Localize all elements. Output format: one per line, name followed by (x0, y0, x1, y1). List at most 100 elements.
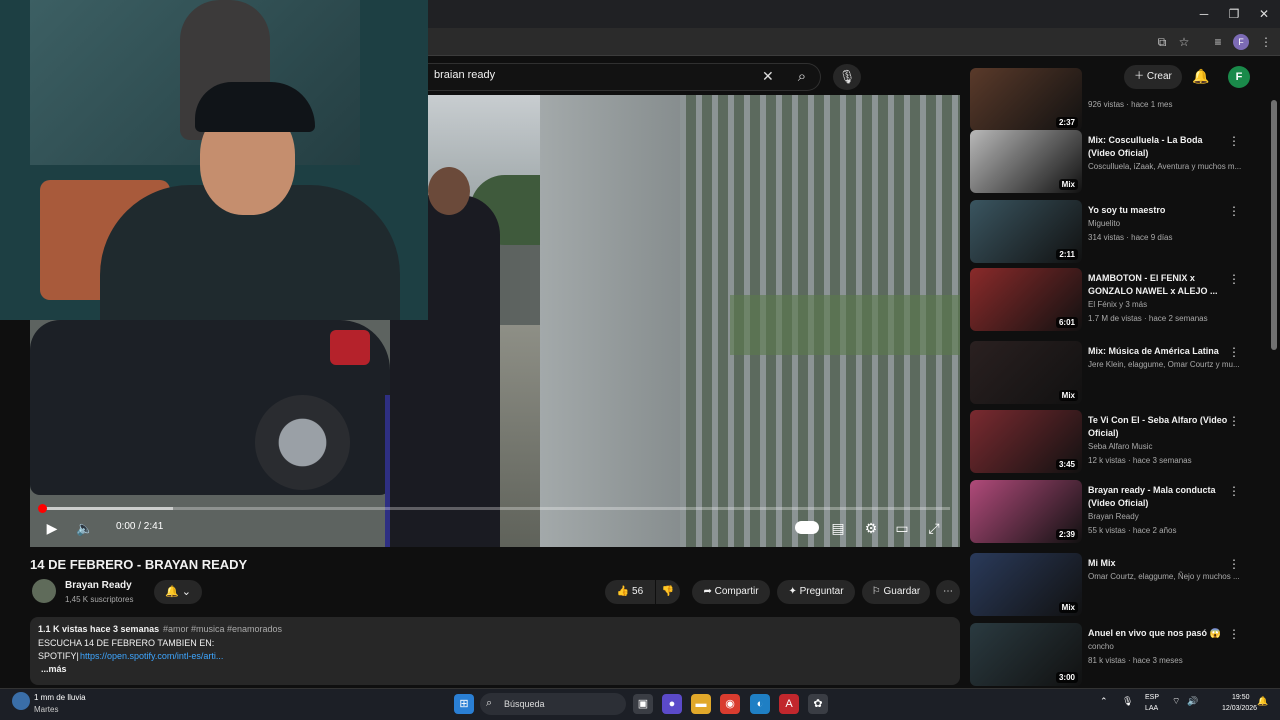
settings-gear-icon[interactable]: ⚙ (860, 518, 882, 538)
close-window-button[interactable]: ✕ (1256, 6, 1272, 22)
media-control-icon[interactable]: ≡ (1210, 34, 1226, 50)
play-icon[interactable]: ▶ (41, 518, 63, 538)
adobe-icon[interactable]: A (779, 694, 799, 714)
recommendation-thumbnail[interactable]: 6:01 (970, 268, 1082, 331)
recommendation-title[interactable]: Mi Mix (1088, 557, 1228, 570)
ask-button[interactable]: ✦ Preguntar (777, 580, 855, 604)
recommendation-thumbnail[interactable]: Mix (970, 130, 1082, 193)
teams-icon[interactable]: ● (662, 694, 682, 714)
subscription-bell-button[interactable]: 🔔 ⌄ (154, 580, 202, 604)
chrome-icon[interactable]: ◉ (720, 694, 740, 714)
recommendation-channel[interactable]: Brayan Ready (1088, 512, 1139, 521)
browser-menu-icon[interactable]: ⋮ (1258, 34, 1274, 50)
maximize-button[interactable]: ❐ (1226, 6, 1242, 22)
recommendation-item[interactable]: Mix Mix: Cosculluela - La Boda (Video Ofi… (970, 130, 1260, 196)
weather-icon[interactable] (12, 692, 30, 710)
recommendation-channel[interactable]: Seba Alfaro Music (1088, 442, 1152, 451)
search-icon[interactable]: ⌕ (786, 64, 818, 90)
recommendation-thumbnail[interactable]: 3:00 (970, 623, 1082, 686)
recommendation-channel[interactable]: Jere Klein, elaggume, Omar Courtz y mu..… (1088, 360, 1240, 369)
minimize-button[interactable]: ─ (1196, 6, 1212, 22)
more-options-icon[interactable]: ⋮ (1228, 345, 1240, 359)
channel-avatar[interactable] (32, 579, 56, 603)
recommendation-item[interactable]: 2:11 Yo soy tu maestro Miguelito 314 vistas… (970, 200, 1260, 266)
recommendation-item[interactable]: Mix Mix: Música de América Latina Jere Kle… (970, 341, 1260, 407)
recommendation-title[interactable]: Mix: Cosculluela - La Boda (Video Oficia… (1088, 134, 1228, 160)
theater-mode-icon[interactable]: ▭ (891, 518, 913, 538)
clock-time[interactable]: 19:50 (1232, 694, 1250, 701)
recommendation-item[interactable]: Mix Mi Mix Omar Courtz, elaggume, Ñejo y m… (970, 553, 1260, 619)
more-actions-icon[interactable]: ⋯ (936, 580, 960, 604)
notification-icon[interactable]: 🔔 (1257, 696, 1268, 707)
scrollbar[interactable] (1271, 100, 1277, 350)
recommendation-item[interactable]: 6:01 MAMBOTON - El FENIX x GONZALO NAWEL … (970, 268, 1260, 334)
more-options-icon[interactable]: ⋮ (1228, 272, 1240, 286)
channel-name[interactable]: Brayan Ready (65, 580, 132, 591)
recommendation-title[interactable]: Brayan ready - Mala conducta (Video Ofic… (1088, 484, 1228, 510)
recommendation-meta: 81 k vistas · hace 3 meses (1088, 656, 1183, 665)
chevron-down-icon: ⌄ (181, 586, 191, 598)
recommendation-channel[interactable]: concho (1088, 642, 1114, 651)
like-button[interactable]: 👍 56 (605, 580, 655, 604)
recommendation-title[interactable]: MAMBOTON - El FENIX x GONZALO NAWEL x AL… (1088, 272, 1228, 298)
windows-start-icon[interactable]: ⊞ (454, 694, 474, 714)
edge-icon[interactable]: ◐ (750, 694, 770, 714)
browser-profile-avatar[interactable]: F (1233, 34, 1249, 50)
recommendation-thumbnail[interactable]: Mix (970, 553, 1082, 616)
recommendation-thumbnail[interactable]: 3:45 (970, 410, 1082, 473)
dislike-button[interactable]: 👎 (656, 580, 680, 604)
ask-label: Preguntar (799, 586, 844, 597)
recommendation-title[interactable]: Anuel en vivo que nos pasó 😱 (1088, 627, 1228, 640)
recommendation-item[interactable]: 2:39 Brayan ready - Mala conducta (Video … (970, 480, 1260, 546)
autoplay-toggle[interactable] (795, 521, 819, 534)
progress-bar[interactable] (40, 507, 950, 510)
clear-search-icon[interactable]: ✕ (762, 68, 774, 85)
recommendation-thumbnail[interactable]: 2:37 (970, 68, 1082, 131)
share-button[interactable]: ➦ Compartir (692, 580, 770, 604)
save-label: Guardar (883, 586, 921, 597)
duration-badge: 2:39 (1055, 529, 1078, 540)
app-icon[interactable]: ✿ (808, 694, 828, 714)
more-options-icon[interactable]: ⋮ (1228, 484, 1240, 498)
more-options-icon[interactable]: ⋮ (1228, 204, 1240, 218)
recommendation-title[interactable]: Te Vi Con El - Seba Alfaro (Video Oficia… (1088, 414, 1228, 440)
volume-icon[interactable]: 🔈 (74, 518, 96, 538)
subtitles-icon[interactable]: ▤ (827, 518, 849, 538)
recommendation-thumbnail[interactable]: Mix (970, 341, 1082, 404)
recommendation-item[interactable]: 2:37 926 vistas · hace 1 mes (970, 68, 1260, 134)
more-options-icon[interactable]: ⋮ (1228, 134, 1240, 148)
recommendation-thumbnail[interactable]: 2:39 (970, 480, 1082, 543)
microphone-icon[interactable]: 🎙 (833, 64, 861, 90)
recommendation-title[interactable]: Mix: Música de América Latina (1088, 345, 1228, 358)
recommendation-channel[interactable]: El Fénix y 3 más (1088, 300, 1147, 309)
file-explorer-icon[interactable]: ▬ (691, 694, 711, 714)
recommendation-item[interactable]: 3:00 Anuel en vivo que nos pasó 😱 concho 81… (970, 623, 1260, 689)
search-query[interactable]: braian ready (434, 69, 495, 81)
fullscreen-icon[interactable]: ⤢ (923, 518, 945, 538)
scrubber-handle[interactable] (38, 504, 47, 513)
more-options-icon[interactable]: ⋮ (1228, 557, 1240, 571)
speaker-icon[interactable]: 🔊 (1187, 696, 1198, 707)
show-more-link[interactable]: ...más (41, 664, 67, 674)
save-button[interactable]: ⚐ Guardar (862, 580, 930, 604)
hashtags[interactable]: #amor #musica #enamorados (163, 624, 282, 634)
microphone-tray-icon[interactable]: 🎙 (1122, 696, 1133, 707)
recommendation-channel[interactable]: Miguelito (1088, 219, 1120, 228)
recommendation-item[interactable]: 3:45 Te Vi Con El - Seba Alfaro (Video Of… (970, 410, 1260, 476)
keyboard-language[interactable]: ESP (1145, 694, 1159, 701)
weather-text[interactable]: 1 mm de lluvia (34, 693, 86, 702)
task-view-icon[interactable]: ▣ (633, 694, 653, 714)
cast-icon[interactable]: ⧉ (1154, 34, 1170, 50)
recommendation-channel[interactable]: Cosculluela, iZaak, Aventura y muchos m.… (1088, 162, 1241, 171)
recommendation-thumbnail[interactable]: 2:11 (970, 200, 1082, 263)
tray-chevron-icon[interactable]: ⌃ (1100, 696, 1108, 707)
wifi-icon[interactable]: ⌔ (1172, 696, 1180, 707)
taskbar-search[interactable] (480, 693, 626, 715)
recommendation-title[interactable]: Yo soy tu maestro (1088, 204, 1228, 217)
recommendation-channel[interactable]: Omar Courtz, elaggume, Ñejo y muchos ... (1088, 572, 1240, 581)
duration-badge: 3:00 (1055, 672, 1078, 683)
more-options-icon[interactable]: ⋮ (1228, 414, 1240, 428)
more-options-icon[interactable]: ⋮ (1228, 627, 1240, 641)
bookmark-star-icon[interactable]: ☆ (1176, 34, 1192, 50)
spotify-link[interactable]: https://open.spotify.com/intl-es/arti... (80, 651, 223, 661)
